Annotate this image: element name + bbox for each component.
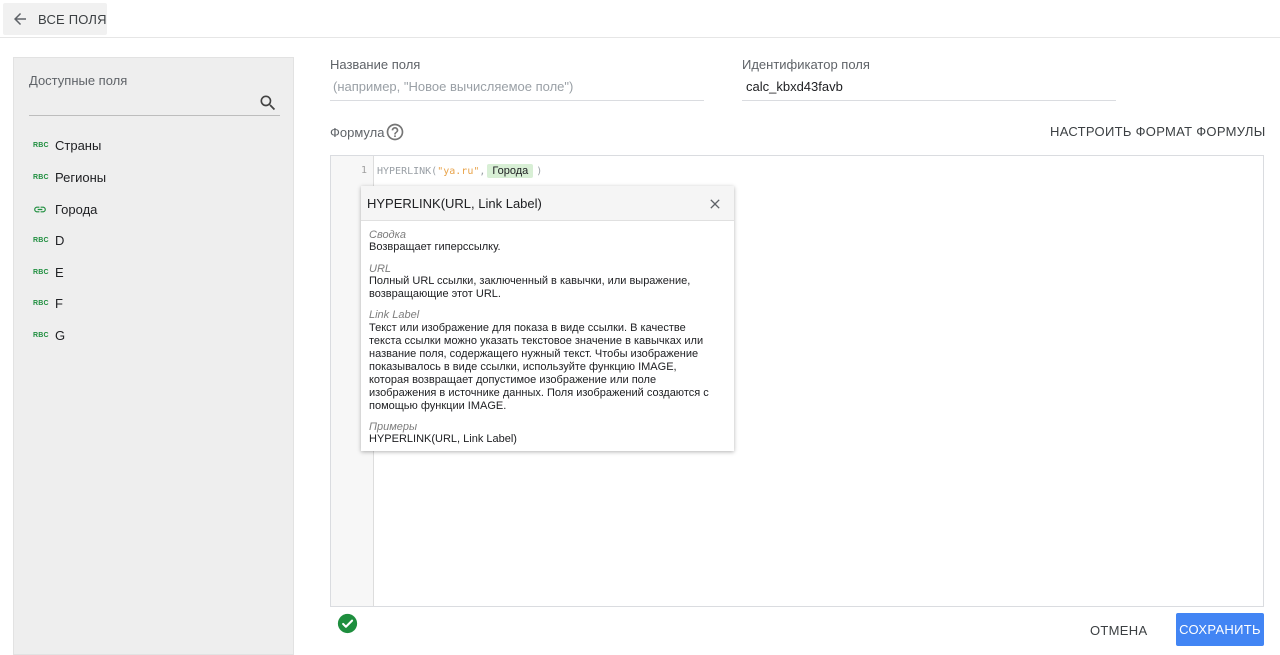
text-line: возвращающие этот URL.	[369, 288, 501, 300]
text-line: помощью функции IMAGE.	[369, 400, 507, 412]
top-divider	[0, 37, 1280, 38]
field-item-label: Регионы	[55, 169, 107, 185]
field-item-d[interactable]: RBC D	[33, 230, 64, 250]
field-id-input[interactable]	[746, 79, 1114, 94]
back-to-all-fields-button[interactable]: ВСЕ ПОЛЯ	[3, 3, 107, 35]
field-item-regiony[interactable]: RBC Регионы	[33, 167, 106, 187]
field-item-label: Страны	[55, 137, 102, 153]
text-line: текста ссылки можно указать текстовое зн…	[369, 335, 704, 347]
available-fields-title: Доступные поля	[29, 73, 128, 88]
field-item-f[interactable]: RBC F	[33, 293, 63, 313]
field-name-underline	[330, 100, 704, 101]
code-function: HYPERLINK(	[377, 165, 438, 177]
close-icon[interactable]	[707, 196, 723, 212]
popup-header: HYPERLINK(URL, Link Label)	[361, 186, 734, 221]
search-underline	[29, 115, 280, 116]
cancel-button[interactable]: ОТМЕНА	[1090, 623, 1147, 638]
check-circle-icon	[337, 613, 358, 634]
text-line: Возвращает гиперссылку.	[369, 241, 501, 253]
text-type-icon: RBC	[33, 236, 49, 244]
help-circle-icon[interactable]	[385, 122, 405, 142]
text-type-icon: RBC	[33, 299, 49, 307]
field-item-label: E	[55, 264, 64, 280]
arrow-left-icon	[14, 13, 26, 25]
text-line: которая возвращает допустимое изображени…	[369, 374, 657, 386]
section-text-summary: Возвращает гиперссылку.	[369, 241, 729, 254]
section-heading-summary: Сводка	[369, 229, 406, 241]
section-text-url: Полный URL ссылки, заключенный в кавычки…	[369, 275, 729, 301]
field-id-label: Идентификатор поля	[742, 57, 870, 72]
configure-formula-format-button[interactable]: НАСТРОИТЬ ФОРМАТ ФОРМУЛЫ	[1050, 124, 1266, 139]
section-text-link-label: Текст или изображение для показа в виде …	[369, 322, 729, 413]
code-string: "ya.ru"	[437, 165, 480, 177]
text-line: Полный URL ссылки, заключенный в кавычки…	[369, 275, 691, 287]
save-button[interactable]: СОХРАНИТЬ	[1176, 613, 1264, 646]
field-item-e[interactable]: RBC E	[33, 262, 64, 282]
section-text-examples: HYPERLINK(URL, Link Label)	[369, 433, 729, 446]
popup-title: HYPERLINK(URL, Link Label)	[367, 196, 542, 211]
back-button-label: ВСЕ ПОЛЯ	[38, 11, 107, 27]
field-item-label: Города	[55, 201, 98, 217]
link-icon	[33, 204, 47, 214]
field-item-label: G	[55, 327, 66, 343]
field-id-underline	[742, 100, 1116, 101]
function-help-popup: HYPERLINK(URL, Link Label) Сводка Возвра…	[361, 186, 734, 451]
text-line: название поля, содержащего нужный текст.…	[369, 348, 699, 360]
section-heading-url: URL	[369, 263, 392, 275]
search-icon[interactable]	[258, 93, 278, 113]
text-line: HYPERLINK(URL, Link Label)	[369, 433, 517, 445]
field-item-goroda[interactable]: Города	[33, 199, 97, 219]
text-type-icon: RBC	[33, 141, 49, 149]
formula-label: Формула	[330, 125, 385, 140]
section-heading-link-label: Link Label	[369, 309, 420, 321]
code-close-paren: )	[536, 165, 543, 177]
section-heading-examples: Примеры	[369, 421, 418, 433]
field-chip-goroda[interactable]: Города	[487, 164, 534, 178]
field-item-label: D	[55, 232, 65, 248]
text-type-icon: RBC	[33, 331, 49, 339]
text-type-icon: RBC	[33, 268, 49, 276]
text-line: изображения в источнике данных. Поля изо…	[369, 387, 709, 399]
field-name-input[interactable]	[333, 79, 703, 94]
field-item-label: F	[55, 295, 63, 311]
field-item-strany[interactable]: RBC Страны	[33, 135, 101, 155]
available-fields-panel: Доступные поля RBC Страны RBC Регионы Го…	[13, 57, 294, 655]
text-type-icon: RBC	[33, 173, 49, 181]
formula-code-line[interactable]: HYPERLINK("ya.ru", Города)	[377, 164, 542, 178]
field-name-label: Название поля	[330, 57, 421, 72]
text-line: показывалось в виде ссылки, используйте …	[369, 361, 677, 373]
code-separator: ,	[479, 165, 486, 177]
text-line: Текст или изображение для показа в виде …	[369, 322, 686, 334]
line-number: 1	[361, 165, 368, 176]
field-item-g[interactable]: RBC G	[33, 325, 65, 345]
